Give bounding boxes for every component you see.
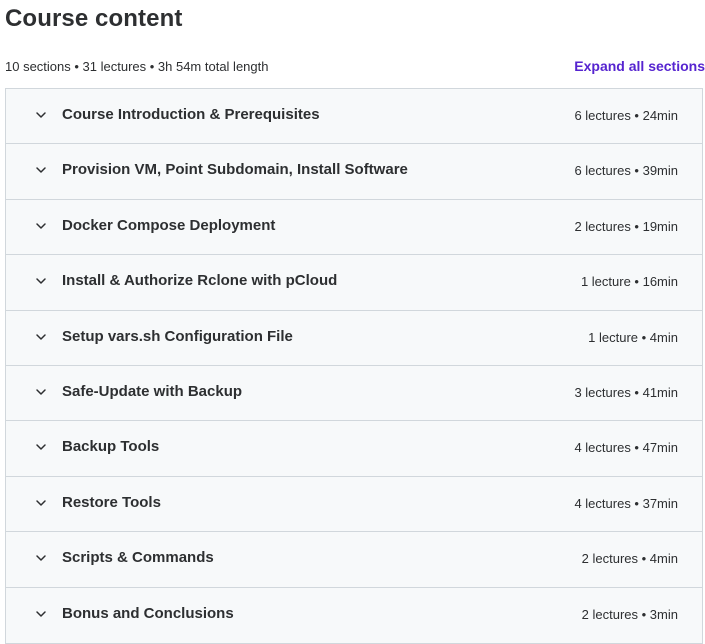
section-title: Provision VM, Point Subdomain, Install S… [62, 161, 408, 179]
section-title: Install & Authorize Rclone with pCloud [62, 272, 338, 290]
chevron-down-icon [34, 551, 48, 565]
expand-all-sections-button[interactable]: Expand all sections [574, 58, 705, 74]
section-header[interactable]: Provision VM, Point Subdomain, Install S… [6, 144, 702, 200]
section-title: Setup vars.sh Configuration File [62, 327, 293, 345]
section-meta: 1 lecture • 4min [588, 329, 678, 345]
section-header[interactable]: Scripts & Commands 2 lectures • 4min [6, 532, 702, 588]
chevron-down-icon [34, 108, 48, 122]
section-meta: 3 lectures • 41min [574, 384, 678, 400]
section-title: Safe-Update with Backup [62, 382, 243, 400]
chevron-down-icon [34, 496, 48, 510]
section-header[interactable]: Install & Authorize Rclone with pCloud 1… [6, 255, 702, 311]
section-header[interactable]: Restore Tools 4 lectures • 37min [6, 476, 702, 533]
section-title: Backup Tools [62, 438, 160, 456]
section-title: Docker Compose Deployment [62, 216, 276, 234]
sections-list: Course Introduction & Prerequisites 6 le… [5, 88, 703, 644]
chevron-down-icon [34, 607, 48, 621]
chevron-down-icon [34, 219, 48, 233]
section-title: Bonus and Conclusions [62, 604, 234, 622]
section-meta: 2 lectures • 3min [581, 606, 678, 622]
section-meta: 4 lectures • 47min [574, 440, 678, 456]
chevron-down-icon [34, 330, 48, 344]
section-meta: 1 lecture • 16min [580, 274, 678, 290]
section-meta: 6 lectures • 39min [574, 163, 678, 179]
section-meta: 4 lectures • 37min [574, 495, 678, 511]
section-meta: 2 lectures • 4min [581, 551, 678, 567]
page-title: Course content [5, 5, 183, 32]
section-title: Restore Tools [62, 493, 161, 511]
chevron-down-icon [34, 440, 48, 454]
section-header[interactable]: Docker Compose Deployment 2 lectures • 1… [6, 199, 702, 256]
section-meta: 6 lectures • 24min [574, 108, 678, 123]
section-header[interactable]: Bonus and Conclusions 2 lectures • 3min [6, 587, 702, 643]
section-title: Course Introduction & Prerequisites [62, 106, 320, 123]
section-header[interactable]: Setup vars.sh Configuration File 1 lectu… [6, 310, 702, 366]
section-header[interactable]: Backup Tools 4 lectures • 47min [6, 421, 702, 477]
chevron-down-icon [34, 274, 48, 288]
chevron-down-icon [34, 163, 48, 177]
chevron-down-icon [34, 385, 48, 399]
section-title: Scripts & Commands [62, 549, 214, 567]
course-summary: 10 sections • 31 lectures • 3h 54m total… [5, 59, 269, 74]
course-meta-row: 10 sections • 31 lectures • 3h 54m total… [5, 58, 705, 78]
section-header[interactable]: Safe-Update with Backup 3 lectures • 41m… [6, 365, 702, 422]
section-header[interactable]: Course Introduction & Prerequisites 6 le… [6, 89, 702, 145]
section-meta: 2 lectures • 19min [574, 218, 678, 234]
